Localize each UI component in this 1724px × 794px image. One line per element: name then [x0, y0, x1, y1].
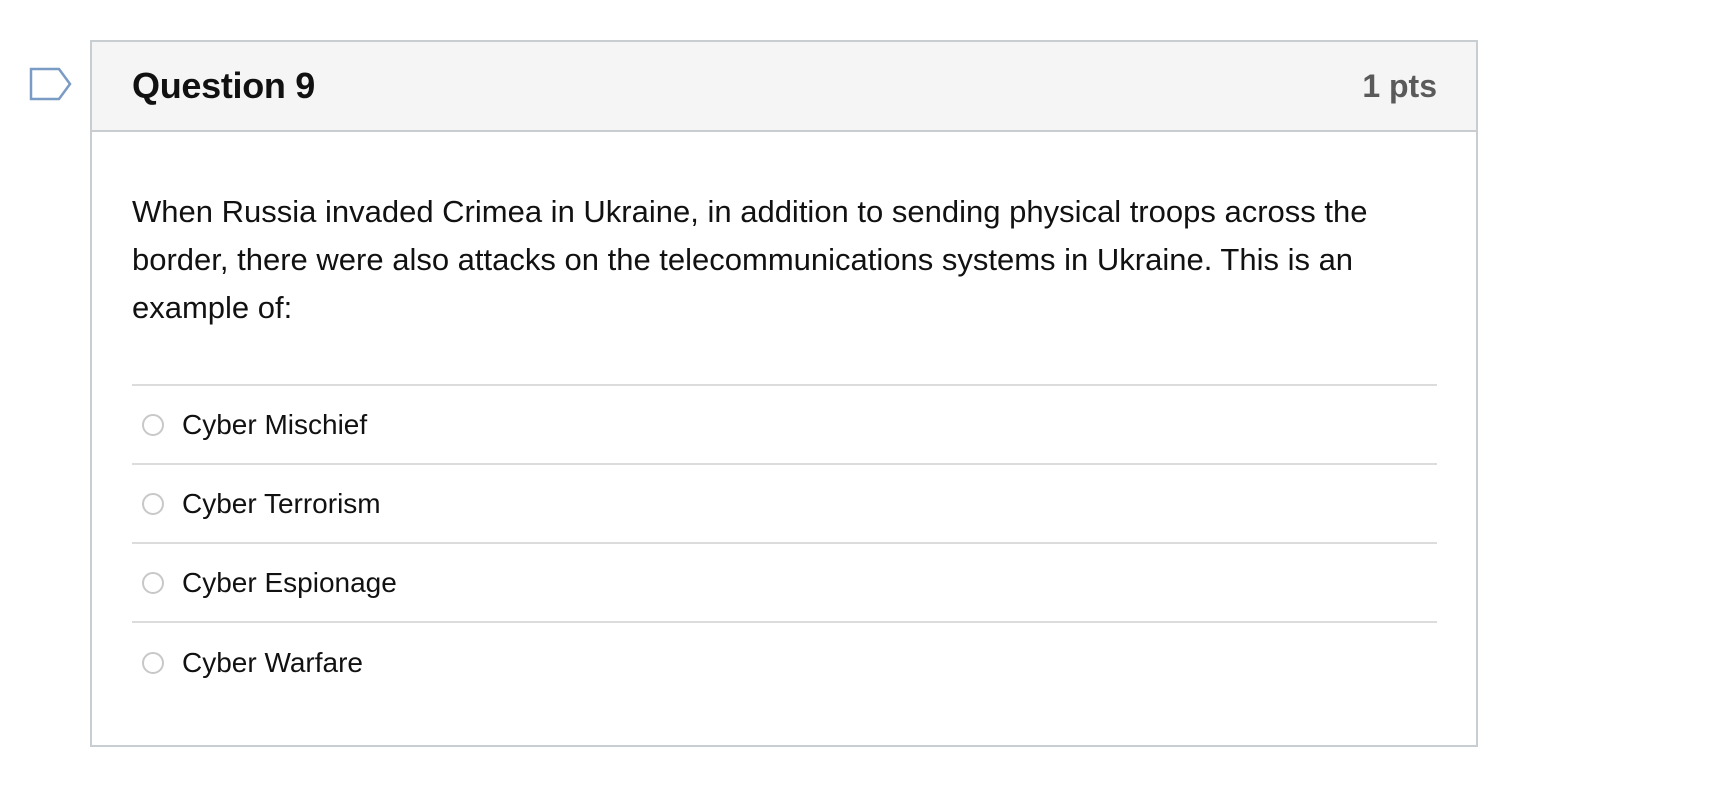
answer-label: Cyber Warfare — [182, 646, 364, 678]
question-card: Question 9 1 pts When Russia invaded Cri… — [90, 40, 1478, 747]
question-text: When Russia invaded Crimea in Ukraine, i… — [132, 194, 1368, 325]
answer-option-cyber-terrorism[interactable]: Cyber Terrorism — [132, 465, 1437, 544]
flag-question-icon[interactable] — [29, 67, 73, 101]
answer-label: Cyber Terrorism — [182, 487, 381, 519]
answer-list: Cyber Mischief Cyber Terrorism Cyber Esp… — [132, 384, 1437, 702]
question-header: Question 9 1 pts — [92, 42, 1476, 132]
answer-option-cyber-warfare[interactable]: Cyber Warfare — [132, 623, 1437, 702]
quiz-page: Question 9 1 pts When Russia invaded Cri… — [0, 0, 1724, 794]
radio-button[interactable] — [142, 571, 164, 594]
answer-label: Cyber Espionage — [182, 566, 397, 598]
question-points: 1 pts — [1362, 67, 1437, 104]
answer-option-cyber-espionage[interactable]: Cyber Espionage — [132, 544, 1437, 623]
question-title: Question 9 — [132, 65, 316, 106]
answer-option-cyber-mischief[interactable]: Cyber Mischief — [132, 386, 1437, 465]
radio-button[interactable] — [142, 413, 164, 436]
radio-button[interactable] — [142, 651, 164, 674]
question-body: When Russia invaded Crimea in Ukraine, i… — [92, 132, 1476, 702]
answer-label: Cyber Mischief — [182, 408, 368, 440]
radio-button[interactable] — [142, 492, 164, 515]
